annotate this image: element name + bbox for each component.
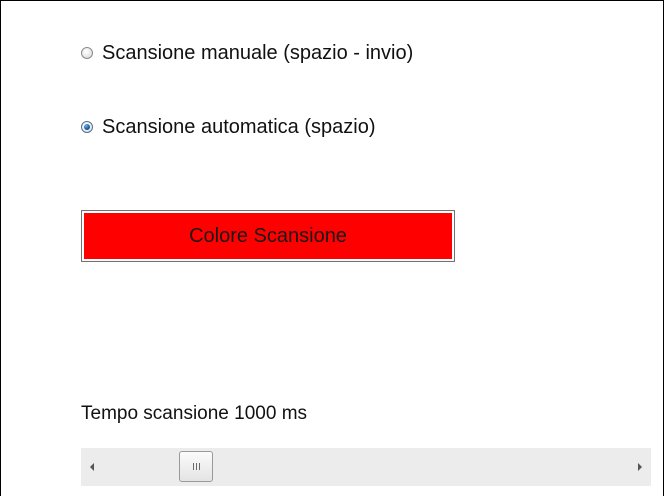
manual-scan-option[interactable]: Scansione manuale (spazio - invio) xyxy=(81,41,413,65)
scan-time-label: Tempo scansione 1000 ms xyxy=(81,403,308,424)
manual-scan-radio[interactable] xyxy=(81,47,93,59)
scan-time-slider[interactable] xyxy=(81,448,651,486)
scan-color-button[interactable]: Colore Scansione xyxy=(81,210,455,262)
triangle-right-icon xyxy=(638,463,642,471)
slider-right-arrow-button[interactable] xyxy=(629,448,651,486)
triangle-left-icon xyxy=(90,463,94,471)
automatic-scan-option[interactable]: Scansione automatica (spazio) xyxy=(81,115,375,139)
grip-lines-icon xyxy=(192,463,200,470)
settings-panel: Scansione manuale (spazio - invio) Scans… xyxy=(0,0,664,496)
slider-track[interactable] xyxy=(103,448,629,486)
slider-left-arrow-button[interactable] xyxy=(81,448,103,486)
scan-color-swatch: Colore Scansione xyxy=(84,213,452,259)
scan-color-button-label: Colore Scansione xyxy=(189,225,347,247)
manual-scan-label: Scansione manuale (spazio - invio) xyxy=(102,42,414,64)
automatic-scan-label: Scansione automatica (spazio) xyxy=(102,116,376,138)
slider-thumb[interactable] xyxy=(179,451,213,482)
automatic-scan-radio[interactable] xyxy=(81,121,93,133)
